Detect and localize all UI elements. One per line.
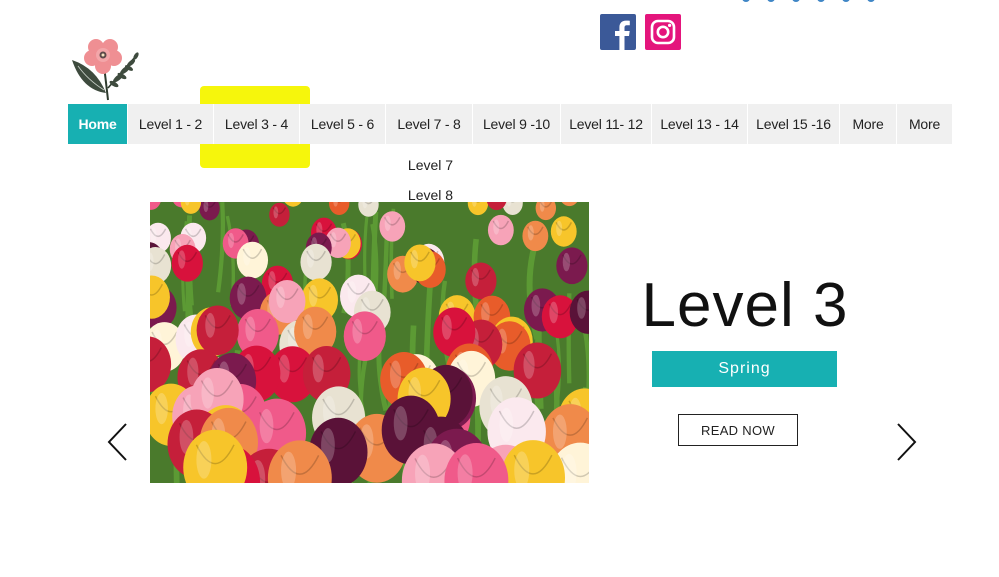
nav-item-level-15-16[interactable]: Level 15 -16 bbox=[748, 104, 840, 144]
nav-item-level-1-2[interactable]: Level 1 - 2 bbox=[128, 104, 214, 144]
dot bbox=[867, 0, 875, 2]
nav-item-level-3-4[interactable]: Level 3 - 4 bbox=[214, 104, 300, 144]
read-now-button[interactable]: READ NOW bbox=[678, 414, 798, 446]
dot bbox=[842, 0, 850, 2]
page-title: Level 3 bbox=[641, 271, 849, 340]
dot bbox=[792, 0, 800, 2]
nav-item-level-9-10[interactable]: Level 9 -10 bbox=[473, 104, 561, 144]
nav-item-more[interactable]: More bbox=[897, 104, 953, 144]
dot bbox=[742, 0, 750, 2]
tulips-image bbox=[150, 202, 589, 483]
nav-item-level-5-6[interactable]: Level 5 - 6 bbox=[300, 104, 386, 144]
instagram-icon[interactable] bbox=[645, 14, 681, 50]
facebook-icon[interactable] bbox=[600, 14, 636, 50]
nav-item-more[interactable]: More bbox=[840, 104, 897, 144]
nav-dropdown: Level 7 Level 8 bbox=[387, 150, 474, 210]
main-nav: Home Level 1 - 2 Level 3 - 4 Level 5 - 6 Lev… bbox=[68, 104, 953, 144]
nav-item-level-7-8[interactable]: Level 7 - 8 bbox=[386, 104, 473, 144]
top-dots bbox=[742, 0, 875, 2]
season-tag: Spring bbox=[652, 351, 837, 387]
social-links bbox=[600, 14, 681, 50]
nav-item-home[interactable]: Home bbox=[68, 104, 128, 144]
nav-item-level-13-14[interactable]: Level 13 - 14 bbox=[652, 104, 748, 144]
flower-logo[interactable] bbox=[70, 38, 144, 104]
nav-item-level-11-12[interactable]: Level 11- 12 bbox=[561, 104, 652, 144]
dropdown-item[interactable]: Level 7 bbox=[387, 150, 474, 180]
dot bbox=[817, 0, 825, 2]
chevron-left-icon[interactable] bbox=[106, 422, 128, 462]
dot bbox=[767, 0, 775, 2]
chevron-right-icon[interactable] bbox=[896, 422, 918, 462]
